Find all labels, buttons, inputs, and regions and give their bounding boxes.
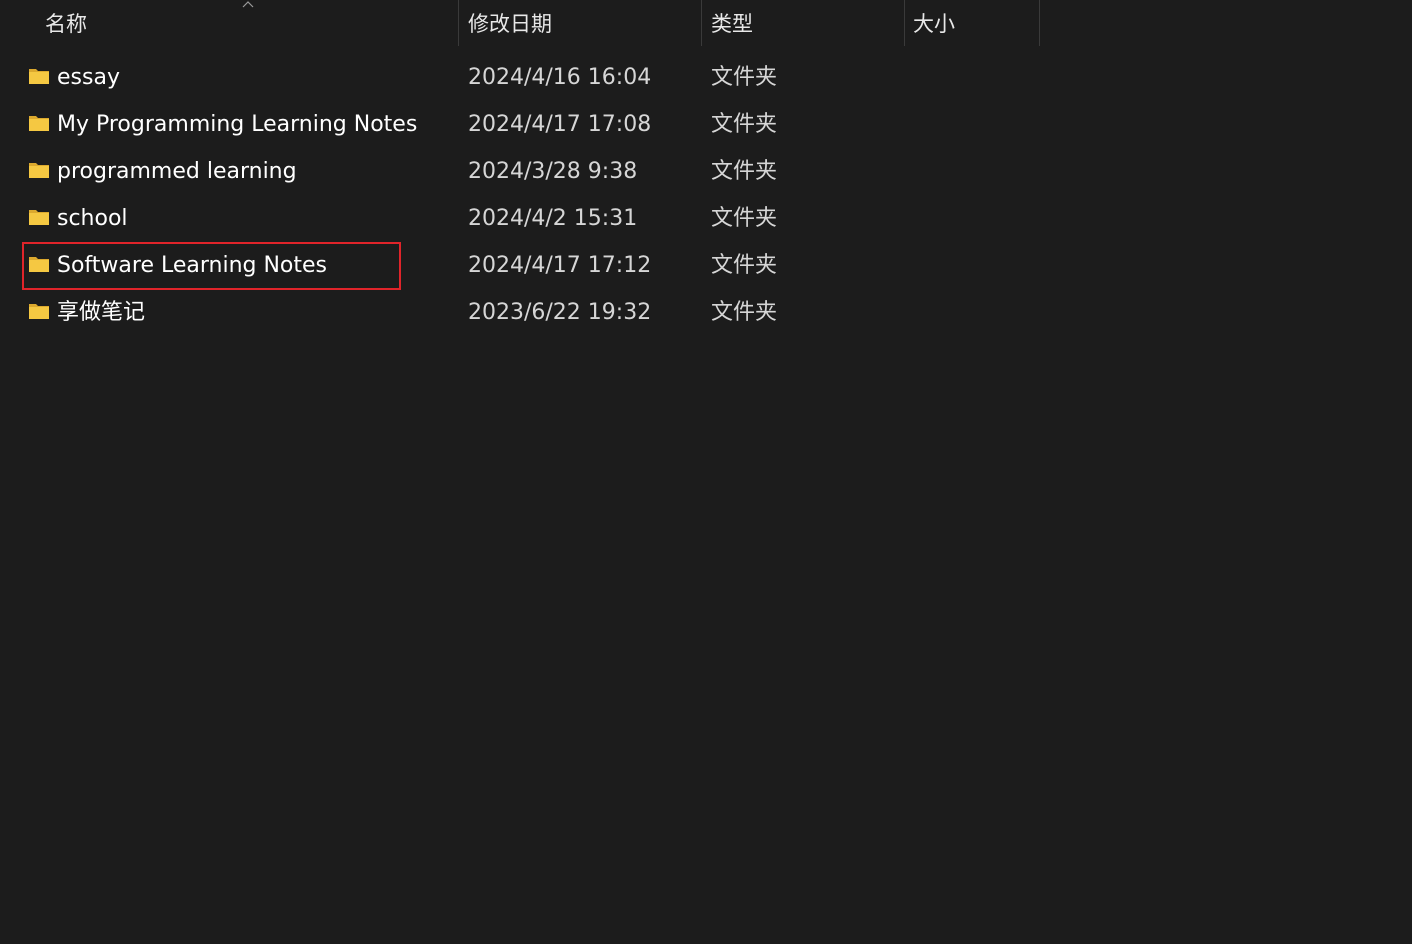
file-modified: 2024/4/17 17:12	[468, 253, 652, 278]
folder-icon	[29, 116, 49, 131]
file-name: Software Learning Notes	[57, 253, 328, 278]
file-name: 享做笔记	[57, 300, 146, 325]
column-divider[interactable]	[701, 0, 702, 46]
file-name: essay	[57, 65, 120, 90]
column-header-type[interactable]: 类型	[711, 0, 753, 46]
file-name: school	[57, 206, 128, 231]
file-type: 文件夹	[711, 159, 778, 184]
column-header-name[interactable]: 名称	[45, 0, 87, 46]
column-divider[interactable]	[904, 0, 905, 46]
column-divider[interactable]	[458, 0, 459, 46]
column-divider[interactable]	[1039, 0, 1040, 46]
folder-icon	[29, 69, 49, 84]
file-row-school[interactable]: school 2024/4/2 15:31 文件夹	[0, 195, 1412, 242]
file-type: 文件夹	[711, 300, 778, 325]
file-modified: 2024/3/28 9:38	[468, 159, 638, 184]
file-type: 文件夹	[711, 112, 778, 137]
file-modified: 2024/4/17 17:08	[468, 112, 652, 137]
file-name: programmed learning	[57, 159, 297, 184]
file-modified: 2024/4/2 15:31	[468, 206, 638, 231]
file-type: 文件夹	[711, 65, 778, 90]
file-modified: 2024/4/16 16:04	[468, 65, 652, 90]
file-row-my-programming-learning-notes[interactable]: My Programming Learning Notes 2024/4/17 …	[0, 101, 1412, 148]
folder-icon	[29, 163, 49, 178]
file-modified: 2023/6/22 19:32	[468, 300, 652, 325]
column-header-bar: 名称 修改日期 类型 大小	[0, 0, 1412, 46]
file-type: 文件夹	[711, 253, 778, 278]
file-name: My Programming Learning Notes	[57, 112, 418, 137]
column-header-size[interactable]: 大小	[913, 0, 955, 46]
file-row-essay[interactable]: essay 2024/4/16 16:04 文件夹	[0, 54, 1412, 101]
file-type: 文件夹	[711, 206, 778, 231]
folder-icon	[29, 210, 49, 225]
folder-icon	[29, 304, 49, 319]
column-header-modified[interactable]: 修改日期	[468, 0, 552, 46]
file-row-software-learning-notes[interactable]: Software Learning Notes 2024/4/17 17:12 …	[0, 242, 1412, 289]
file-row-programmed-learning[interactable]: programmed learning 2024/3/28 9:38 文件夹	[0, 148, 1412, 195]
file-row-share-notes[interactable]: 享做笔记 2023/6/22 19:32 文件夹	[0, 289, 1412, 336]
folder-icon	[29, 257, 49, 272]
sort-caret-up-icon	[242, 1, 254, 8]
